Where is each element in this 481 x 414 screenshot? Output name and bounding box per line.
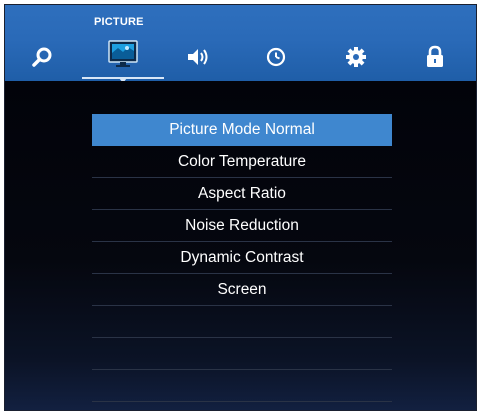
gear-icon — [344, 45, 368, 69]
tab-picture[interactable] — [103, 38, 143, 70]
tab-lock[interactable] — [415, 41, 455, 73]
tab-sound[interactable] — [178, 41, 218, 73]
search-icon — [30, 45, 54, 69]
menu-item-screen[interactable]: Screen — [92, 274, 392, 306]
lock-icon — [424, 45, 446, 69]
sound-icon — [185, 46, 211, 68]
tab-settings[interactable] — [336, 41, 376, 73]
picture-icon — [106, 39, 140, 69]
menu-body: Picture Mode Normal Color Temperature As… — [5, 81, 476, 410]
empty-menu-row — [92, 306, 392, 338]
tab-search[interactable] — [22, 41, 62, 73]
menu-item-color-temperature[interactable]: Color Temperature — [92, 146, 392, 178]
tv-menu-window: PICTURE Picture Mode Normal Color Temper… — [4, 4, 477, 411]
menu-item-picture-mode[interactable]: Picture Mode Normal — [92, 114, 392, 146]
picture-settings-list: Picture Mode Normal Color Temperature As… — [92, 114, 392, 402]
menu-item-aspect-ratio[interactable]: Aspect Ratio — [92, 178, 392, 210]
clock-icon — [265, 46, 287, 68]
empty-menu-row — [92, 338, 392, 370]
menu-item-noise-reduction[interactable]: Noise Reduction — [92, 210, 392, 242]
category-bar: PICTURE — [5, 5, 476, 83]
menu-item-dynamic-contrast[interactable]: Dynamic Contrast — [92, 242, 392, 274]
empty-menu-row — [92, 370, 392, 402]
category-title: PICTURE — [94, 16, 144, 28]
tab-clock[interactable] — [256, 41, 296, 73]
